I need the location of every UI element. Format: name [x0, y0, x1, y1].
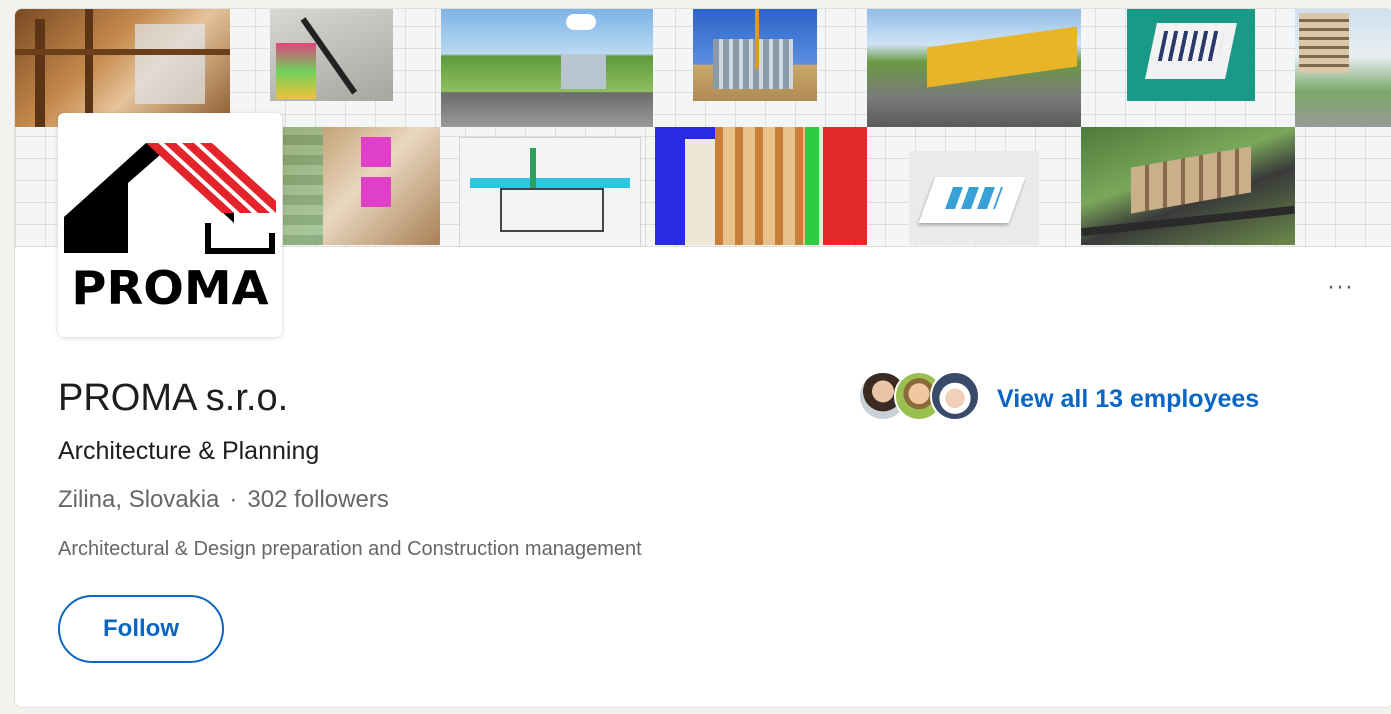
company-header-card: PROMA ··· PROMA s.r.o. Architecture & Pl… — [14, 8, 1391, 708]
company-meta: Zilina, Slovakia · 302 followers — [58, 486, 389, 514]
cover-photo-pipes — [655, 127, 867, 245]
logo-wordmark: PROMA — [71, 261, 269, 315]
cover-photo-yellow-building — [867, 9, 1081, 127]
follow-button[interactable]: Follow — [58, 595, 224, 663]
cover-photo-landscape-render — [441, 9, 653, 127]
cover-photo-construction-site — [693, 9, 817, 101]
cover-photo-model-top — [1127, 9, 1255, 101]
cover-photo-staircase — [270, 9, 393, 101]
company-industry: Architecture & Planning — [58, 437, 320, 465]
company-followers: 302 followers — [247, 486, 389, 513]
avatar[interactable] — [930, 371, 980, 421]
cover-photo-apartment-render — [1295, 9, 1391, 127]
page-title: PROMA s.r.o. — [58, 377, 289, 419]
company-location: Zilina, Slovakia — [58, 486, 220, 513]
more-options-button[interactable]: ··· — [1315, 271, 1367, 307]
company-logo[interactable]: PROMA — [58, 113, 282, 337]
meta-separator: · — [229, 486, 238, 513]
cover-photo-corridor — [283, 127, 440, 245]
cover-photo-timber-interior — [15, 9, 230, 127]
cover-photo-aerial-render — [1081, 127, 1295, 245]
cover-photo-white-model — [909, 151, 1039, 245]
company-tagline: Architectural & Design preparation and C… — [58, 538, 642, 560]
cover-photo-bim-model — [459, 137, 641, 247]
view-all-employees-link[interactable]: View all 13 employees — [997, 385, 1259, 414]
